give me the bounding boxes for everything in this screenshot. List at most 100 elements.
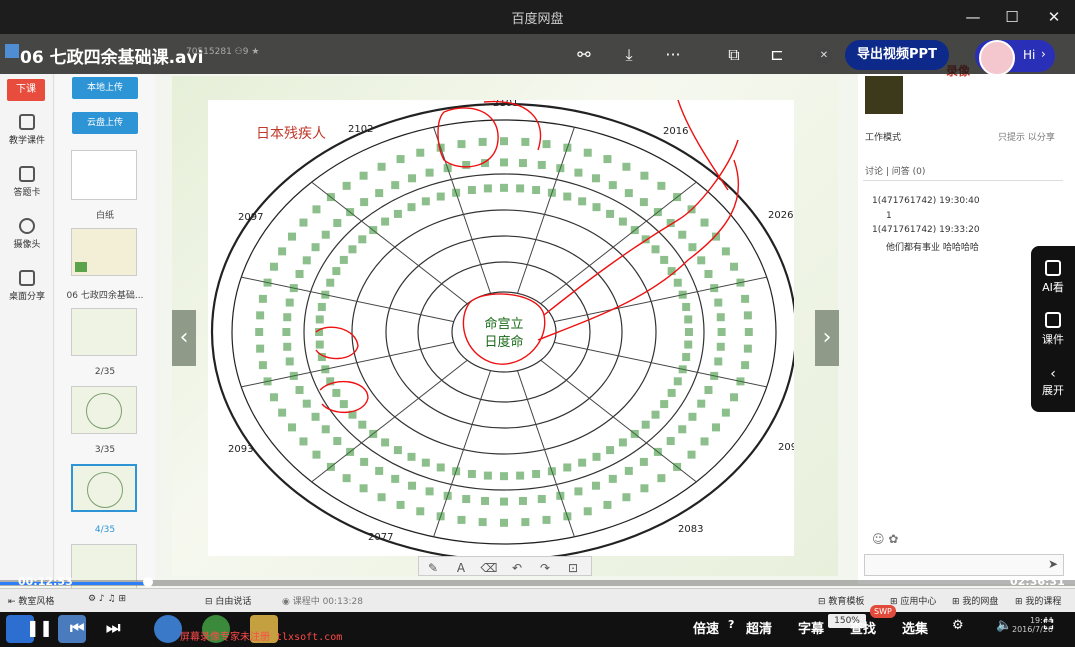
export-ppt-button[interactable]: 导出视频PPT xyxy=(845,40,949,70)
prev-slide-button[interactable]: ‹ xyxy=(172,310,196,366)
wheel-glyph-mark xyxy=(653,447,662,456)
find-button[interactable]: 查找 xyxy=(850,618,876,637)
undo-icon[interactable]: ↶ xyxy=(503,559,531,577)
mode-select[interactable]: 工作模式 xyxy=(865,130,901,143)
volume-icon[interactable]: 🔈 xyxy=(996,618,1012,633)
download-icon[interactable]: ⤓ xyxy=(618,44,640,66)
thumb-4-selected[interactable] xyxy=(71,464,137,512)
wheel-glyph-mark xyxy=(516,471,525,480)
wheel-glyph-mark xyxy=(346,208,355,217)
taskbar-app-icon[interactable] xyxy=(154,615,182,643)
wheel-glyph-mark xyxy=(256,311,265,320)
expand-button[interactable]: ‹ 展开 xyxy=(1031,366,1075,398)
wheel-glyph-mark xyxy=(436,192,445,201)
close-icon[interactable]: ✕ xyxy=(1043,6,1065,28)
file-views: 9 xyxy=(242,47,249,57)
bottom-right-2[interactable]: ⊞ 我的网盘 xyxy=(952,594,998,607)
send-icon[interactable]: ➤ xyxy=(1048,557,1058,571)
chat-input[interactable] xyxy=(864,554,1064,576)
side-float-panel: AI看 课件 ‹ 展开 xyxy=(1031,246,1075,412)
pause-icon[interactable]: ❚❚ xyxy=(26,618,53,637)
progress-bar[interactable] xyxy=(0,577,1075,587)
help-icon[interactable]: ? xyxy=(728,618,734,631)
previous-icon[interactable]: ⏮ xyxy=(70,618,84,638)
tool-answer-card[interactable]: 答题卡 xyxy=(0,166,54,198)
tool-camera[interactable]: 摄像头 xyxy=(0,218,54,250)
wheel-glyph-mark xyxy=(684,340,693,349)
settings-icon[interactable]: ⚙ ♪ ♫ ⊞ xyxy=(88,594,126,604)
redo-icon[interactable]: ↷ xyxy=(531,559,559,577)
fullscreen-icon[interactable]: ⛶ xyxy=(1044,618,1053,633)
progress-handle[interactable] xyxy=(142,577,153,587)
wheel-glyph-mark xyxy=(332,388,341,397)
lock-icon[interactable]: ⊡ xyxy=(559,559,587,577)
next-slide-button[interactable]: › xyxy=(815,310,839,366)
thumb-label: 3/35 xyxy=(94,445,116,455)
wheel-glyph-mark xyxy=(421,458,430,467)
wheel-glyph-mark xyxy=(697,399,706,408)
screen-share-icon xyxy=(19,270,35,286)
chat-tabs[interactable]: 讨论 | 问答 (0) xyxy=(865,164,925,177)
screenshot-icon[interactable]: ⧉ xyxy=(723,44,745,66)
thumb-blank[interactable] xyxy=(71,150,137,200)
wheel-glyph-mark xyxy=(457,140,466,149)
wheel-glyph-mark xyxy=(393,446,402,455)
more-icon[interactable]: ··· xyxy=(662,44,684,66)
rim-year-label: 2016 xyxy=(663,126,688,137)
wheel-glyph-mark xyxy=(375,466,384,475)
hi-assistant-button[interactable]: Hi › xyxy=(975,40,1055,76)
bottom-left-1[interactable]: ⊟ 白由说话 xyxy=(205,594,251,607)
wheel-glyph-mark xyxy=(396,155,405,164)
wheel-glyph-mark xyxy=(618,217,627,226)
ai-icon xyxy=(1045,260,1061,276)
home-icon[interactable] xyxy=(5,44,19,58)
wheel-glyph-mark xyxy=(678,425,687,434)
episodes-button[interactable]: 选集 xyxy=(902,618,928,637)
upload-local-button[interactable]: 本地上传 xyxy=(72,77,138,99)
wheel-glyph-mark xyxy=(289,284,298,293)
speed-button[interactable]: 倍速 xyxy=(693,618,719,637)
wheel-glyph-mark xyxy=(563,192,572,201)
pen-icon[interactable]: ✎ xyxy=(419,559,447,577)
wheel-glyph-mark xyxy=(289,371,298,380)
thumb-3[interactable] xyxy=(71,386,137,434)
eraser-icon[interactable]: ⌫ xyxy=(475,559,503,577)
settings-icon[interactable]: ⚙ xyxy=(952,618,964,633)
rim-year-label: 2098 xyxy=(778,442,794,453)
bottom-right-3[interactable]: ⊞ 我的课程 xyxy=(1015,594,1061,607)
wheel-glyph-mark xyxy=(407,452,416,461)
maximize-icon[interactable]: ☐ xyxy=(1001,6,1023,28)
wheel-glyph-mark xyxy=(556,491,565,500)
chevron-left-icon: ‹ xyxy=(1050,366,1056,382)
quality-button[interactable]: 超清 xyxy=(746,618,772,637)
thumb-1[interactable] xyxy=(71,228,137,276)
share-icon[interactable]: ⚯ xyxy=(573,44,595,66)
tool-courseware[interactable]: 教学课件 xyxy=(0,114,54,146)
text-icon[interactable]: A xyxy=(447,559,475,577)
wheel-glyph-mark xyxy=(443,164,452,173)
wheel-glyph-mark xyxy=(425,168,434,177)
tool-screen-share[interactable]: 桌面分享 xyxy=(0,270,54,302)
wheel-glyph-mark xyxy=(263,278,272,287)
emoji-icon[interactable]: ☺ ✿ xyxy=(872,532,898,546)
bottom-left-0-label: 教室风格 xyxy=(18,597,55,607)
wheel-glyph-mark xyxy=(682,302,691,311)
upload-cloud-button[interactable]: 云盘上传 xyxy=(72,112,138,134)
bottom-right-1[interactable]: ⊞ 应用中心 xyxy=(890,594,936,607)
wheel-glyph-mark xyxy=(710,371,719,380)
next-icon[interactable]: ⏭ xyxy=(106,618,120,638)
bottom-left-0[interactable]: ⇤ 教室风格 xyxy=(8,594,54,607)
courseware-button[interactable]: 课件 xyxy=(1031,312,1075,347)
wheel-glyph-mark xyxy=(622,162,631,171)
close-ppt-icon[interactable]: ✕ xyxy=(816,48,832,64)
minimize-icon[interactable]: — xyxy=(962,6,984,28)
bottom-right-0[interactable]: ⊟ 教育模板 xyxy=(818,594,864,607)
ai-watch-button[interactable]: AI看 xyxy=(1031,260,1075,295)
end-class-button[interactable]: 下课 xyxy=(7,79,45,101)
wheel-glyph-mark xyxy=(358,420,367,429)
subtitle-button[interactable]: 字幕 xyxy=(798,618,824,637)
wheel-glyph-mark xyxy=(416,148,425,157)
answer-card-icon xyxy=(19,166,35,182)
float-window-icon[interactable]: ⊏ xyxy=(766,44,788,66)
thumb-2[interactable] xyxy=(71,308,137,356)
